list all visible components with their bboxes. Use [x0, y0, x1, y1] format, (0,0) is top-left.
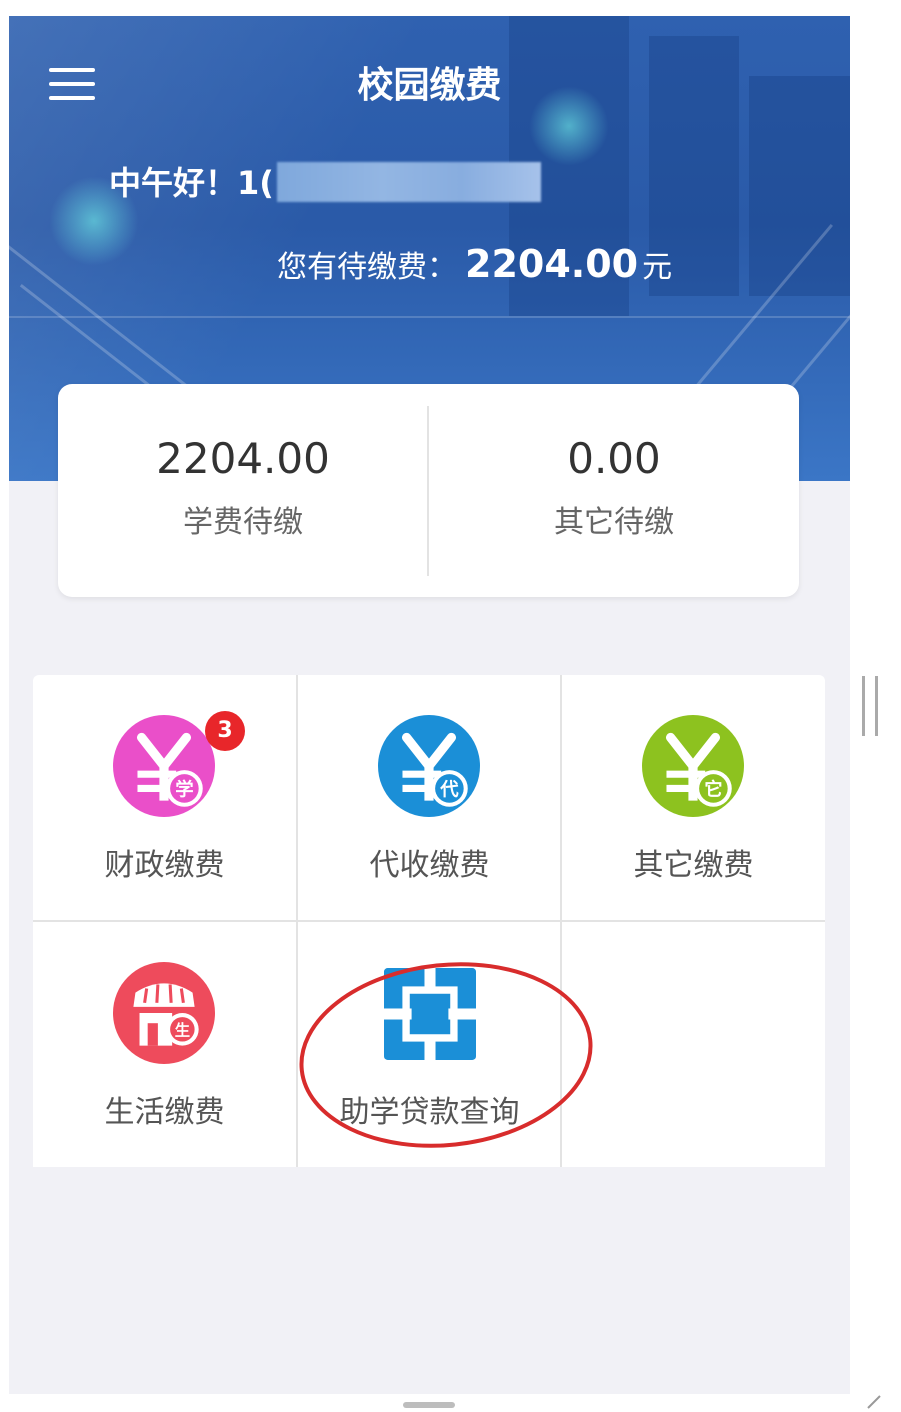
pending-fee-amount: 2204.00: [465, 242, 639, 286]
service-living-payment[interactable]: 生 生活缴费: [33, 922, 296, 1167]
pending-fee-label: 您有待缴费：: [277, 250, 457, 285]
service-label: 财政缴费: [104, 848, 225, 883]
other-pending-label: 其它待缴: [554, 505, 674, 540]
pending-fee-line: 您有待缴费： 2204.00 元: [277, 242, 672, 286]
svg-text:学: 学: [175, 779, 193, 801]
highlight-annotation-circle: [299, 962, 593, 1148]
resize-handle[interactable]: [403, 1402, 455, 1408]
pending-fee-unit: 元: [642, 250, 673, 285]
scrollbar-handle[interactable]: [862, 676, 878, 736]
redacted-username: [277, 162, 541, 202]
resize-corner-icon[interactable]: [864, 1392, 882, 1410]
service-label: 其它缴费: [633, 848, 754, 883]
shop-life-icon: 生: [113, 962, 215, 1064]
svg-text:代: 代: [439, 780, 459, 801]
app-screen: 校园缴费 中午好！1( 您有待缴费： 2204.00 元 2204.00 学费待缴 …: [9, 16, 850, 1394]
svg-text:它: 它: [704, 779, 722, 801]
empty-grid-cell: [562, 922, 825, 1167]
other-pending-value: 0.00: [567, 434, 661, 483]
yen-other-icon: 它: [642, 715, 744, 817]
tuition-pending-value: 2204.00: [156, 434, 330, 483]
service-label: 生活缴费: [104, 1095, 225, 1130]
service-fiscal-payment[interactable]: 学 3 财政缴费: [33, 675, 296, 920]
greeting-text: 中午好！1(: [109, 164, 274, 202]
service-other-payment[interactable]: 它 其它缴费: [562, 675, 825, 920]
svg-text:生: 生: [175, 1021, 190, 1039]
fee-summary-card: 2204.00 学费待缴 0.00 其它待缴: [58, 384, 799, 597]
service-label: 代收缴费: [369, 848, 490, 883]
notification-badge: 3: [205, 711, 245, 751]
tuition-pending-label: 学费待缴: [183, 505, 303, 540]
tuition-pending[interactable]: 2204.00 学费待缴: [58, 384, 428, 597]
yen-collect-icon: 代: [378, 715, 480, 817]
page-title: 校园缴费: [357, 65, 502, 106]
other-pending[interactable]: 0.00 其它待缴: [429, 384, 799, 597]
service-collection-payment[interactable]: 代 代收缴费: [298, 675, 561, 920]
yen-study-icon: 学: [113, 715, 215, 817]
